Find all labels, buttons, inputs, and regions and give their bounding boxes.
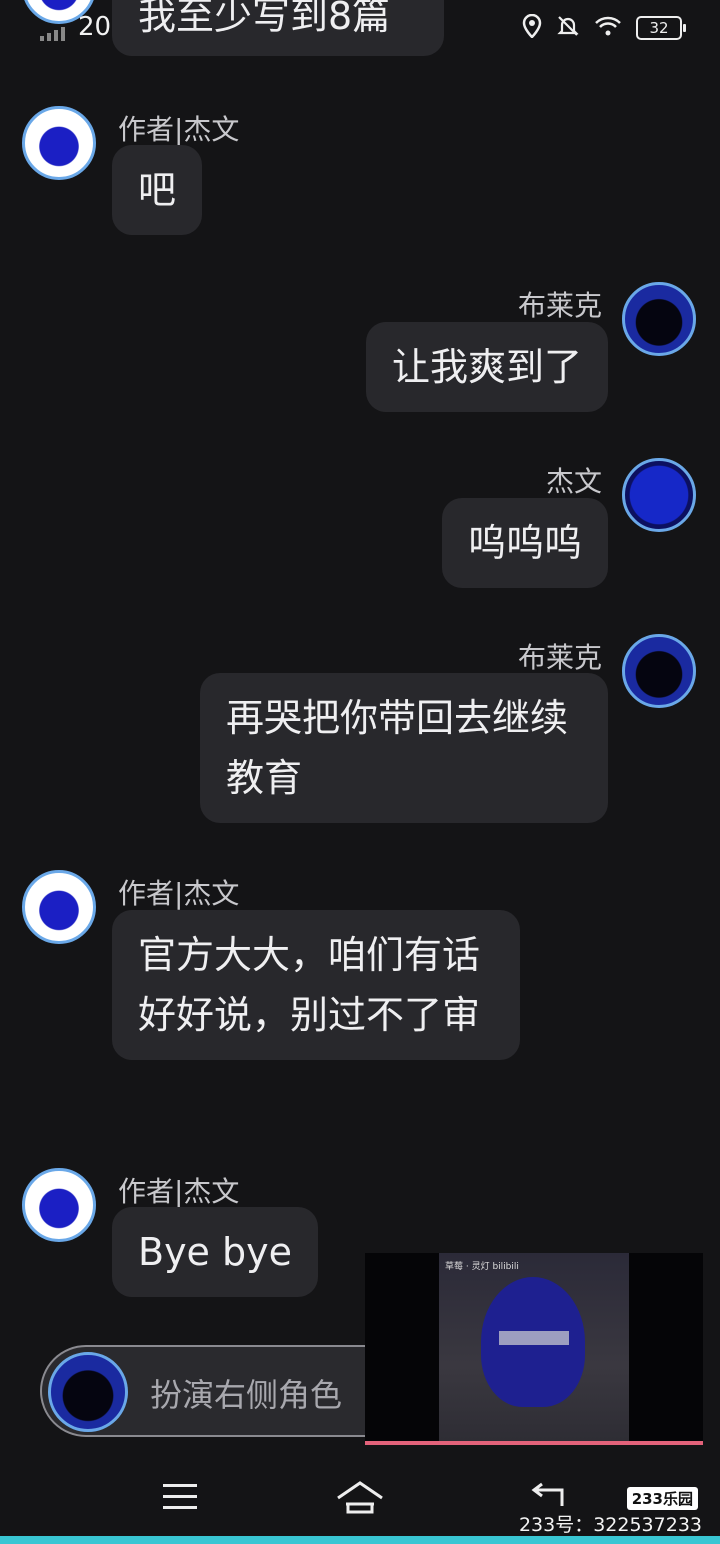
sender-name: 作者|杰文 <box>118 877 240 910</box>
menu-icon <box>163 1484 197 1509</box>
avatar-author[interactable] <box>22 870 96 944</box>
sender-name: 作者|杰文 <box>118 1175 240 1208</box>
avatar-author[interactable] <box>22 1168 96 1242</box>
home-icon <box>337 1481 383 1514</box>
mute-bell-icon <box>556 14 580 42</box>
video-progress-bar[interactable] <box>365 1441 703 1445</box>
message-bubble: 我至少写到8篇 <box>112 0 444 56</box>
status-icons: 32 <box>522 13 686 42</box>
message-bubble: 让我爽到了 <box>365 322 608 412</box>
video-progress-fill <box>365 1441 703 1445</box>
sender-name: 布莱克 <box>517 641 602 674</box>
input-placeholder: 扮演右侧角色 <box>150 1376 343 1414</box>
sender-name: 杰文 <box>545 465 602 498</box>
avatar-author[interactable] <box>22 106 96 180</box>
avatar-blue[interactable] <box>622 458 696 532</box>
message-bubble: 官方大大，咱们有话好好说，别过不了审 <box>112 910 520 1060</box>
bottom-accent-strip <box>0 1536 720 1544</box>
message-bubble: Bye bye <box>112 1207 319 1297</box>
location-icon <box>522 13 542 42</box>
watermark-logo: 233乐园 <box>626 1487 698 1510</box>
sender-name: 布莱克 <box>517 289 602 322</box>
message-bubble: 呜呜呜 <box>441 498 608 588</box>
avatar-black[interactable] <box>622 282 696 356</box>
video-character-eyes <box>499 1331 569 1345</box>
signal-icon <box>40 26 70 45</box>
menu-button[interactable] <box>163 1482 197 1514</box>
video-caption: 草莓 · 灵灯 bilibili <box>445 1262 519 1272</box>
sender-name: 作者|杰文 <box>118 113 240 146</box>
watermark-id: 233号：322537233 <box>518 1514 702 1536</box>
message-bubble: 再哭把你带回去继续教育 <box>200 673 608 823</box>
floating-video-player[interactable]: 草莓 · 灵灯 bilibili <box>365 1253 703 1445</box>
video-frame: 草莓 · 灵灯 bilibili <box>439 1253 629 1441</box>
battery-icon: 32 <box>636 16 686 40</box>
wifi-icon <box>594 15 622 41</box>
avatar-black[interactable] <box>622 634 696 708</box>
role-avatar-button[interactable] <box>48 1352 128 1432</box>
home-button[interactable] <box>336 1480 384 1518</box>
message-bubble: 吧 <box>112 145 203 235</box>
